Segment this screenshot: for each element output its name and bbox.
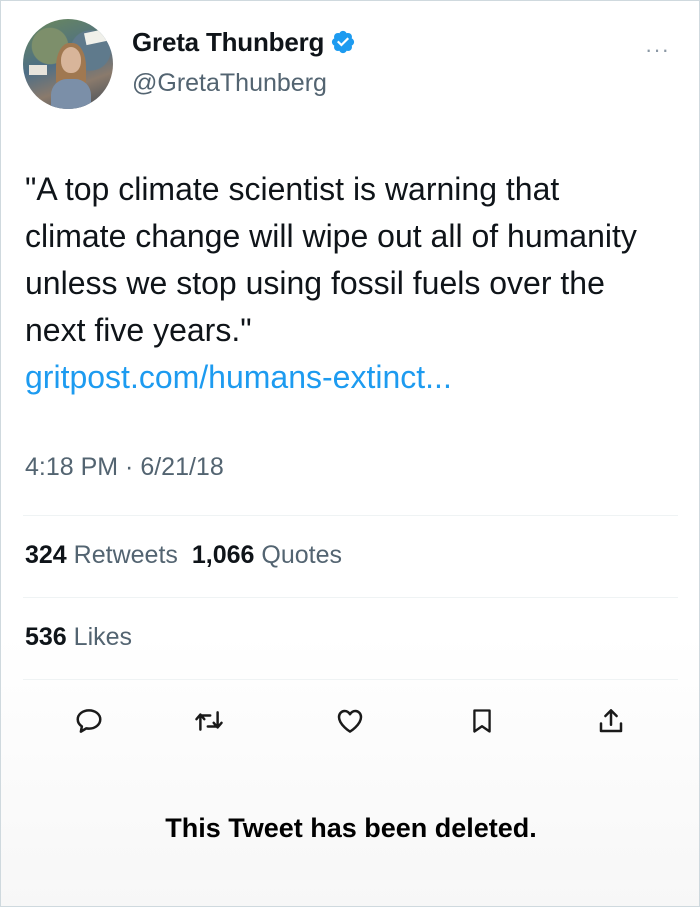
likes-stat[interactable]: 536 Likes [25, 623, 132, 651]
author-name-row[interactable]: Greta Thunberg [132, 27, 356, 62]
retweets-count: 324 [25, 541, 67, 569]
divider [23, 597, 678, 598]
quotes-count: 1,066 [191, 541, 255, 569]
deleted-notice: This Tweet has been deleted. [165, 813, 537, 843]
action-bar [1, 699, 700, 749]
avatar-body [51, 79, 91, 109]
retweet-icon[interactable] [187, 699, 231, 743]
tweet-link[interactable]: gritpost.com/humans-extinct... [25, 354, 665, 401]
bookmark-icon[interactable] [460, 699, 504, 743]
likes-count: 536 [25, 623, 67, 651]
retweets-stat[interactable]: 324 Retweets [25, 541, 178, 569]
avatar-face [61, 47, 81, 73]
likes-row: 536 Likes [25, 623, 132, 652]
divider [23, 515, 678, 516]
likes-label: Likes [73, 623, 133, 651]
avatar-sign [83, 28, 109, 46]
author-handle[interactable]: @GretaThunberg [132, 69, 327, 98]
more-options-icon[interactable]: ··· [645, 37, 670, 63]
author-name[interactable]: Greta Thunberg [132, 27, 324, 57]
verified-badge-icon [330, 29, 356, 62]
like-icon[interactable] [328, 699, 372, 743]
tweet-text: "A top climate scientist is warning that… [25, 171, 637, 348]
quotes-stat[interactable]: 1,066 Quotes [192, 541, 342, 569]
retweets-label: Retweets [73, 541, 178, 569]
avatar[interactable] [23, 19, 113, 109]
tweet-body: "A top climate scientist is warning that… [25, 166, 665, 401]
tweet-card: Greta Thunberg @GretaThunberg ··· "A top… [0, 0, 700, 907]
avatar-sign [29, 65, 47, 75]
tweet-timestamp[interactable]: 4:18 PM · 6/21/18 [25, 453, 224, 482]
quotes-label: Quotes [261, 541, 343, 569]
share-icon[interactable] [589, 699, 633, 743]
retweets-quotes-row: 324 Retweets 1,066 Quotes [25, 541, 342, 570]
reply-icon[interactable] [67, 699, 111, 743]
divider [23, 679, 678, 680]
